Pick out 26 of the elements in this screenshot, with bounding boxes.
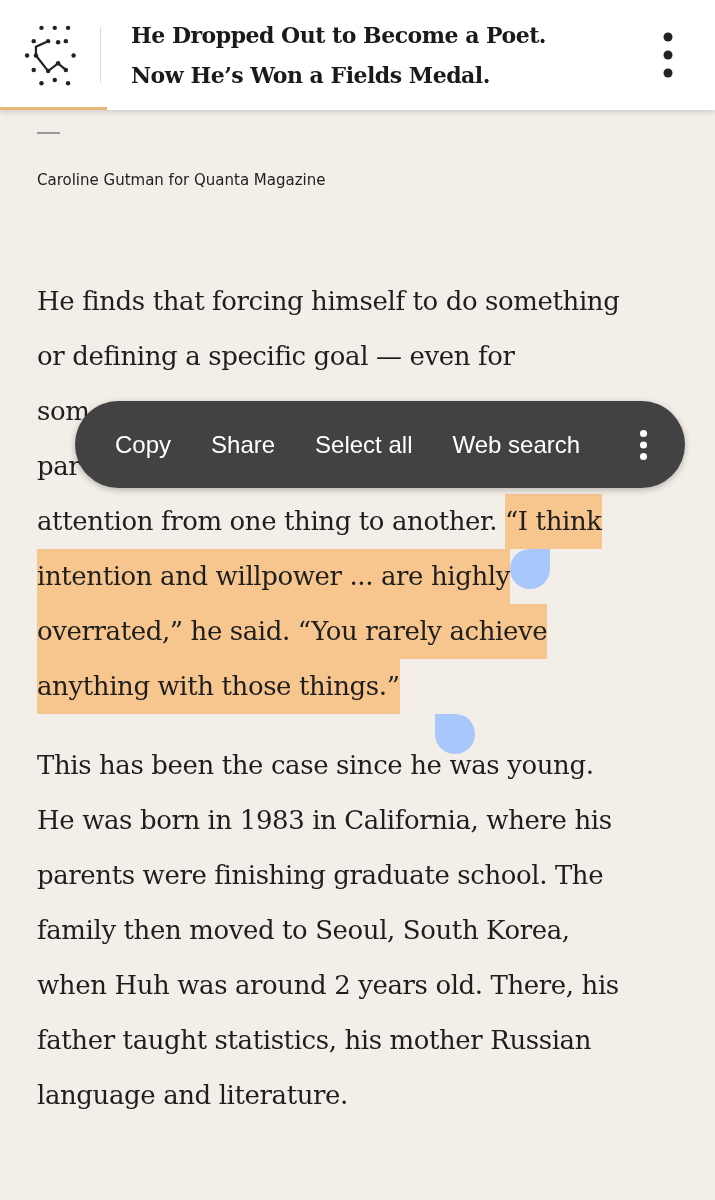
more-options-icon[interactable]	[639, 428, 648, 461]
body-text: par	[37, 451, 81, 481]
toolbar-action[interactable]: Share	[193, 422, 294, 467]
body-text: This has been the case since he was young.	[37, 749, 595, 782]
body-text: som	[37, 396, 90, 426]
article-title: He Dropped Out to Become a Poet. Now He’s Won a Fields Medal.	[131, 21, 548, 90]
body-text: language and literature.	[37, 1079, 349, 1112]
body-text: family then moved to Seoul, South Korea,	[37, 914, 571, 947]
toolbar-action[interactable]: Select all	[297, 422, 431, 467]
body-text: He finds that forcing himself to do something	[37, 286, 620, 316]
body-text: father taught statistics, his mother Russian	[37, 1024, 592, 1057]
toolbar-action[interactable]: Web search	[434, 422, 599, 467]
body-text: parents were finishing graduate school. The	[37, 859, 605, 892]
selection-handle[interactable]	[510, 549, 550, 589]
more-options-icon[interactable]	[663, 30, 673, 80]
body-text: when Huh was around 2 years old. There, his	[37, 969, 620, 1002]
body-text: or defining a specific goal — even for	[37, 341, 515, 371]
selected-text: “I think	[504, 494, 602, 549]
toolbar-action[interactable]: Copy	[97, 422, 190, 467]
selected-text: anything with those things.”	[37, 659, 400, 714]
body-text: attention from one thing to another.	[37, 506, 499, 536]
body-text: He was born in 1983 in California, where his	[37, 804, 613, 837]
selected-text: overrated,” he said. “You rarely achieve	[37, 604, 548, 659]
selection-handle[interactable]	[435, 714, 475, 754]
selected-text: intention and willpower ... are highly	[37, 549, 510, 604]
photo-credit: Caroline Gutman for Quanta Magazine	[37, 170, 327, 190]
